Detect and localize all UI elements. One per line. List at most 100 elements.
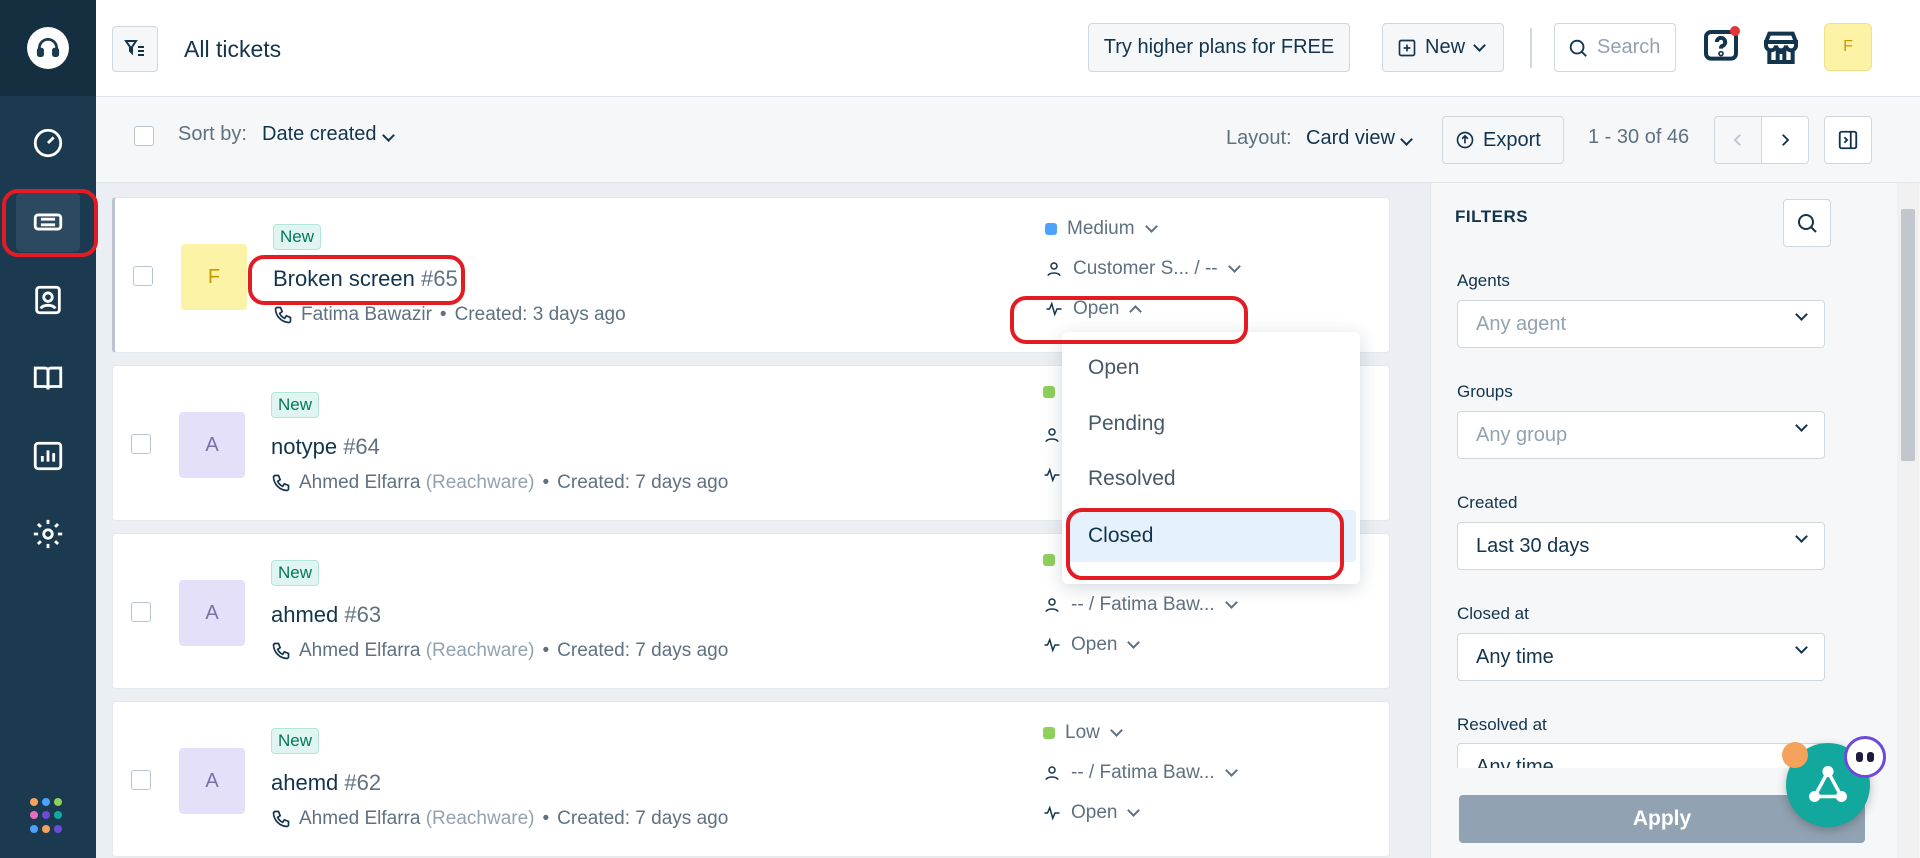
triangle-nodes-icon xyxy=(1809,766,1847,803)
toggle-filter-panel-button[interactable] xyxy=(1824,116,1872,164)
resolved-at-clip: Any time xyxy=(1457,743,1825,768)
priority-dropdown[interactable] xyxy=(1043,554,1055,566)
ticket-checkbox[interactable] xyxy=(131,770,151,790)
requester-name-text: Ahmed Elfarra xyxy=(299,472,421,493)
search-placeholder: Search xyxy=(1597,36,1661,58)
filters-title: FILTERS xyxy=(1455,207,1529,226)
bot-status-dot xyxy=(1782,742,1808,768)
ticket-title[interactable]: ahemd #62 xyxy=(271,770,381,796)
user-icon xyxy=(1045,598,1059,613)
status-option-resolved[interactable]: Resolved xyxy=(1066,453,1356,505)
priority-dropdown[interactable]: Low xyxy=(1043,722,1123,744)
user-icon xyxy=(1047,262,1061,277)
ticket-meta: Ahmed Elfarra (Reachware) • Created: 7 d… xyxy=(271,472,728,494)
groups-value: Any group xyxy=(1476,423,1568,446)
priority-dropdown[interactable]: Medium xyxy=(1045,218,1158,240)
sort-dropdown[interactable]: Date created xyxy=(262,123,395,146)
status-badge: New xyxy=(271,728,320,754)
list-toolbar: Sort by: Date created Layout: Card view … xyxy=(96,97,1920,183)
ticket-checkbox[interactable] xyxy=(131,434,151,454)
chevron-down-icon xyxy=(1795,530,1808,543)
phone-icon xyxy=(272,642,290,660)
assignee-dropdown[interactable]: -- / Fatima Baw... xyxy=(1043,762,1238,784)
contacts-icon[interactable] xyxy=(16,270,80,330)
status-value: Open xyxy=(1071,634,1118,655)
dashboard-icon[interactable] xyxy=(16,113,80,173)
status-option-open[interactable]: Open xyxy=(1066,342,1356,394)
apps-grid-icon[interactable] xyxy=(30,798,66,834)
new-button[interactable]: New xyxy=(1382,23,1504,72)
agents-select[interactable]: Any agent xyxy=(1457,300,1825,348)
assignee-value: -- / Fatima Baw... xyxy=(1071,762,1215,783)
page-title: All tickets xyxy=(184,36,282,62)
status-value: Open xyxy=(1071,802,1118,823)
settings-gear-icon[interactable] xyxy=(16,504,80,564)
created-label: Created xyxy=(1457,493,1518,512)
chevron-down-icon xyxy=(1795,308,1808,321)
select-all-checkbox[interactable] xyxy=(134,126,154,146)
sort-label: Sort by: xyxy=(178,123,247,145)
previous-page-button[interactable] xyxy=(1714,116,1762,164)
priority-dot xyxy=(1043,386,1055,398)
layout-dropdown[interactable]: Card view xyxy=(1306,127,1414,150)
ticket-checkbox[interactable] xyxy=(133,266,153,286)
ticket-title[interactable]: notype #64 xyxy=(271,434,380,460)
ticket-card[interactable]: A New ahemd #62 Ahmed Elfarra (Reachware… xyxy=(112,701,1390,857)
assignee-dropdown[interactable]: Customer S... / -- xyxy=(1045,258,1241,280)
export-button[interactable]: Export xyxy=(1442,116,1564,164)
ticket-number: #64 xyxy=(343,434,380,459)
reports-icon[interactable] xyxy=(16,426,80,486)
plus-square-icon xyxy=(1398,39,1416,56)
user-avatar[interactable]: F xyxy=(1824,23,1872,71)
knowledge-base-icon[interactable] xyxy=(16,348,80,408)
phone-icon xyxy=(272,810,290,828)
brand-area[interactable] xyxy=(0,0,96,96)
created-select[interactable]: Last 30 days xyxy=(1457,522,1825,570)
marketplace-store-icon[interactable] xyxy=(1756,22,1806,72)
activity-icon xyxy=(1044,467,1060,483)
created-value: Last 30 days xyxy=(1476,534,1590,557)
export-label: Export xyxy=(1483,128,1541,151)
priority-value: Low xyxy=(1065,722,1100,743)
layout-value: Card view xyxy=(1306,127,1395,149)
filters-scrollbar[interactable] xyxy=(1897,183,1919,858)
filters-scrollbar-thumb[interactable] xyxy=(1901,209,1915,461)
next-page-button[interactable] xyxy=(1761,116,1809,164)
status-option-pending[interactable]: Pending xyxy=(1066,398,1356,450)
filters-search-button[interactable] xyxy=(1783,199,1831,247)
assignee-value: Customer S... / -- xyxy=(1073,258,1218,279)
resolved-at-label: Resolved at xyxy=(1457,715,1547,734)
created-time: Created: 7 days ago xyxy=(557,808,729,829)
requester-name[interactable]: Fatima Bawazir xyxy=(301,304,432,326)
meta-separator: • xyxy=(439,304,447,325)
search-input[interactable]: Search xyxy=(1554,23,1676,72)
user-icon xyxy=(1045,766,1059,781)
help-icon[interactable] xyxy=(1696,22,1746,72)
requester-name[interactable]: Ahmed Elfarra (Reachware) xyxy=(299,472,535,494)
status-dropdown[interactable]: Open xyxy=(1043,634,1141,656)
bot-face-icon[interactable] xyxy=(1844,736,1886,778)
priority-dot xyxy=(1045,223,1057,235)
ticket-subject: ahemd xyxy=(271,770,339,795)
assignee-dropdown[interactable] xyxy=(1043,426,1061,444)
try-higher-plans-button[interactable]: Try higher plans for FREE xyxy=(1088,23,1350,72)
status-dropdown[interactable] xyxy=(1043,466,1061,484)
highlight-tickets-nav xyxy=(2,189,98,257)
requester-name[interactable]: Ahmed Elfarra (Reachware) xyxy=(299,808,535,830)
ticket-title[interactable]: ahmed #63 xyxy=(271,602,381,628)
created-time: Created: 7 days ago xyxy=(557,640,729,661)
phone-icon xyxy=(274,306,292,324)
resolved-at-select[interactable]: Any time xyxy=(1457,743,1825,768)
chevron-down-icon xyxy=(1795,419,1808,432)
created-time: Created: 7 days ago xyxy=(557,472,729,493)
assignee-dropdown[interactable]: -- / Fatima Baw... xyxy=(1043,594,1238,616)
priority-dot xyxy=(1043,554,1055,566)
closed-at-select[interactable]: Any time xyxy=(1457,633,1825,681)
status-dropdown[interactable]: Open xyxy=(1043,802,1141,824)
company-name: (Reachware) xyxy=(425,472,535,493)
groups-select[interactable]: Any group xyxy=(1457,411,1825,459)
filter-toggle-icon[interactable] xyxy=(112,26,158,72)
ticket-checkbox[interactable] xyxy=(131,602,151,622)
requester-name[interactable]: Ahmed Elfarra (Reachware) xyxy=(299,640,535,662)
priority-dropdown[interactable] xyxy=(1043,386,1055,398)
